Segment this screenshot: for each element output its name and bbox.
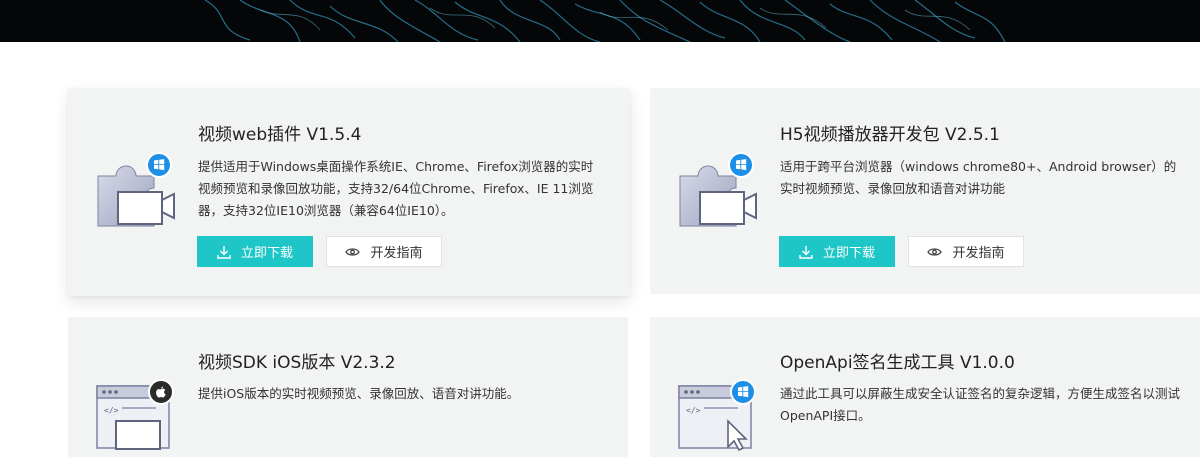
card-description: 适用于跨平台浏览器（windows chrome80+、Android brow… (780, 159, 1177, 196)
product-card-web-plugin: 视频web插件 V1.5.4 提供适用于Windows桌面操作系统IE、Chro… (68, 88, 630, 296)
card-description: 提供适用于Windows桌面操作系统IE、Chrome、Firefox浏览器的实… (198, 159, 594, 218)
top-banner (0, 0, 1200, 42)
windows-icon (728, 152, 754, 178)
banner-decoration (204, 0, 1006, 42)
windows-icon (730, 379, 756, 405)
eye-icon (927, 246, 943, 258)
product-card-ios-sdk: </> 视频SDK iOS版本 V2.3.2 提供iOS版本的实时视频预览、录像… (68, 317, 628, 457)
download-icon (217, 245, 231, 259)
card-description: 通过此工具可以屏蔽生成安全认证签名的复杂逻辑，方便生成签名以测试OpenAPI接… (780, 386, 1181, 423)
card-title: OpenApi签名生成工具 V1.0.0 (780, 353, 1015, 373)
apple-icon (148, 379, 174, 405)
download-icon (799, 245, 813, 259)
product-card-h5-player: H5视频播放器开发包 V2.5.1 适用于跨平台浏览器（windows chro… (650, 88, 1200, 294)
card-title: 视频web插件 V1.5.4 (198, 125, 362, 145)
card-title: 视频SDK iOS版本 V2.3.2 (198, 353, 396, 373)
eye-icon (345, 246, 361, 258)
download-button-label: 立即下载 (240, 246, 293, 261)
svg-text:</>: </> (686, 406, 701, 415)
card-description: 提供iOS版本的实时视频预览、录像回放、语音对讲功能。 (198, 386, 520, 401)
download-button[interactable]: 立即下载 (197, 236, 313, 267)
dev-guide-button-label: 开发指南 (952, 246, 1005, 261)
product-card-openapi-signer: </> OpenApi签名生成工具 V1.0.0 通过此工具可以屏蔽生成安全认证… (650, 317, 1200, 457)
dev-guide-button-label: 开发指南 (370, 246, 423, 261)
dev-guide-button[interactable]: 开发指南 (326, 236, 442, 267)
download-button[interactable]: 立即下载 (779, 236, 895, 267)
svg-text:</>: </> (104, 406, 119, 415)
windows-icon (146, 152, 172, 178)
dev-guide-button[interactable]: 开发指南 (908, 236, 1024, 267)
download-button-label: 立即下载 (822, 246, 875, 261)
card-title: H5视频播放器开发包 V2.5.1 (780, 125, 1000, 145)
